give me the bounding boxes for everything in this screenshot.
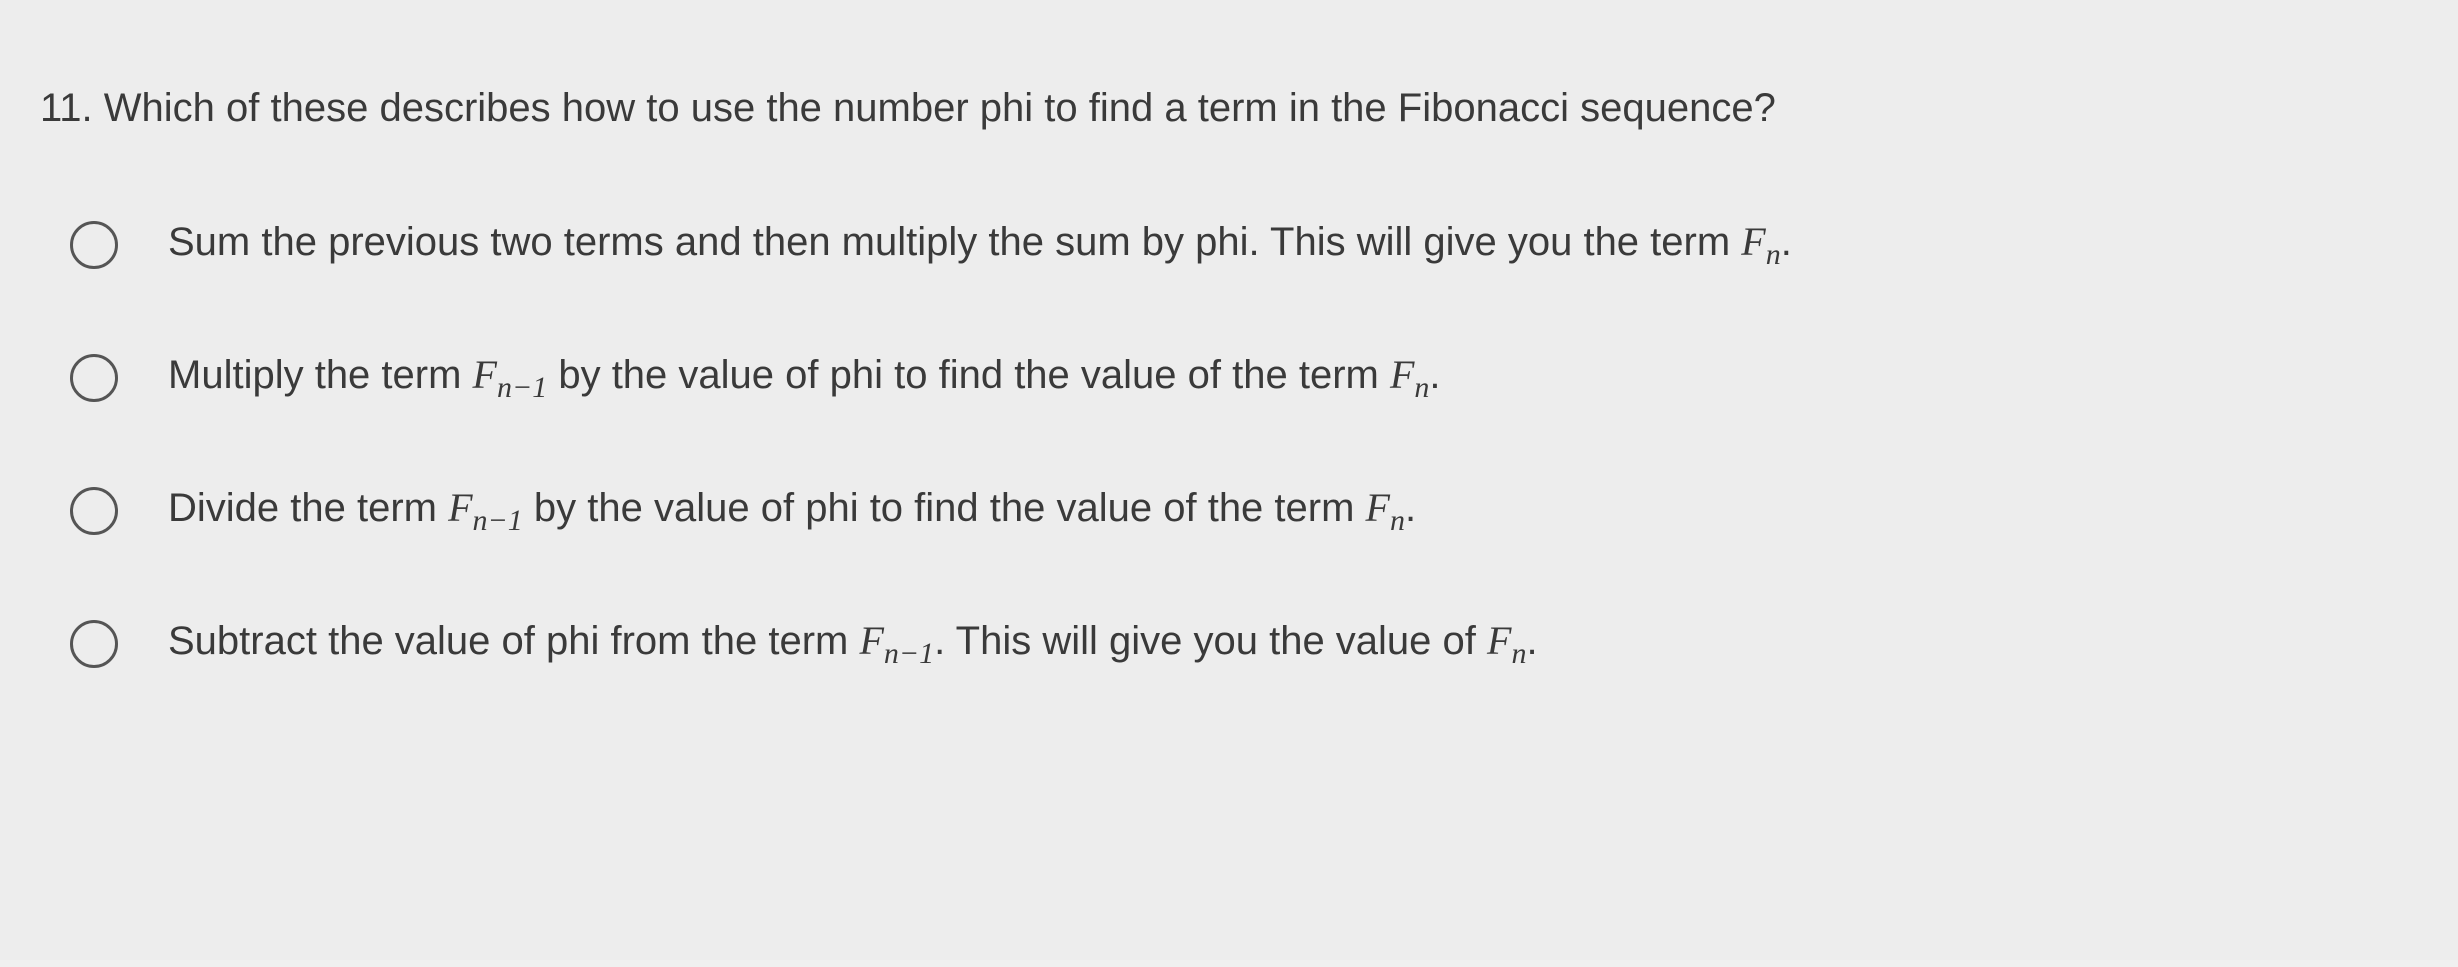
option-row-b[interactable]: Multiply the term Fn−1 by the value of p… bbox=[70, 349, 2418, 407]
radio-button-c[interactable] bbox=[70, 487, 118, 535]
question-container: 11. Which of these describes how to use … bbox=[40, 80, 2418, 136]
question-body: Which of these describes how to use the … bbox=[104, 86, 1776, 130]
option-text-a: Sum the previous two terms and then mult… bbox=[168, 216, 1792, 274]
option-text-d: Subtract the value of phi from the term … bbox=[168, 615, 1538, 673]
quiz-content: 11. Which of these describes how to use … bbox=[0, 0, 2458, 960]
radio-button-a[interactable] bbox=[70, 221, 118, 269]
radio-button-d[interactable] bbox=[70, 620, 118, 668]
options-container: Sum the previous two terms and then mult… bbox=[40, 186, 2418, 673]
question-number: 11. bbox=[40, 86, 93, 130]
option-row-a[interactable]: Sum the previous two terms and then mult… bbox=[70, 216, 2418, 274]
option-row-d[interactable]: Subtract the value of phi from the term … bbox=[70, 615, 2418, 673]
option-text-b: Multiply the term Fn−1 by the value of p… bbox=[168, 349, 1441, 407]
option-text-c: Divide the term Fn−1 by the value of phi… bbox=[168, 482, 1416, 540]
question-text: 11. Which of these describes how to use … bbox=[40, 80, 2418, 136]
option-row-c[interactable]: Divide the term Fn−1 by the value of phi… bbox=[70, 482, 2418, 540]
radio-button-b[interactable] bbox=[70, 354, 118, 402]
